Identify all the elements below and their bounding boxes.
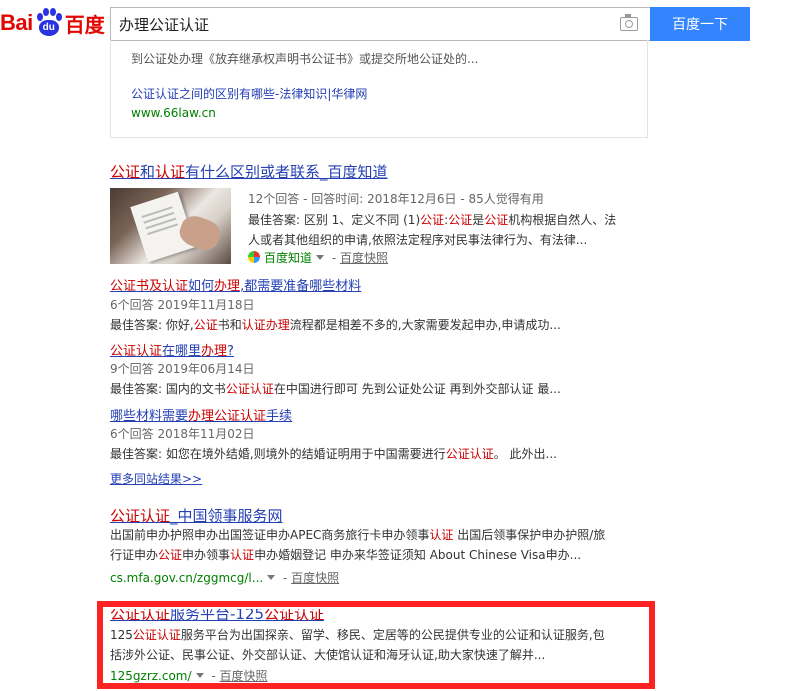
title-text: 有什么区别或者联系_百度知道	[185, 163, 388, 181]
sub-result-best: 最佳答案: 你好,公证书和认证办理流程都是相差不多的,大家需要发起申办,申请成功…	[110, 316, 650, 333]
best-text: 最佳答案: 如您在境外结婚,则境外的结婚证明用于中国需要进行	[110, 447, 446, 461]
abs-text: 行证申办	[110, 548, 159, 562]
best-text: 最佳答案: 区别 1、定义不同 (1)	[248, 213, 421, 227]
title-em: 办理公证认证	[188, 409, 267, 424]
card-link[interactable]: 公证认证之间的区别有哪些-法律知识|华律网	[131, 85, 367, 102]
best-text: 书和	[217, 318, 242, 332]
zhidao-best-answer: 最佳答案: 区别 1、定义不同 (1)公证:公证是公证机构根据自然人、法 人或者…	[248, 210, 643, 250]
title-em: 办理	[201, 344, 228, 359]
abs-em: 认证	[230, 548, 255, 562]
result-thumbnail[interactable]	[110, 188, 231, 264]
sub-result-meta: 6个回答 2019年11月18日	[110, 298, 255, 312]
more-same-site-link[interactable]: 更多同站结果>>	[110, 470, 202, 487]
sub-result-best: 最佳答案: 国内的文书公证认证在中国进行即可 先到公证处公证 再到外交部认证 最…	[110, 380, 650, 397]
best-text: 是	[472, 213, 485, 227]
title-text: 哪些材料需要	[110, 409, 189, 424]
best-em: 公证	[484, 213, 509, 227]
search-input[interactable]	[119, 8, 609, 40]
title-text: 手续	[266, 409, 293, 424]
title-em: 公证书及	[110, 279, 163, 294]
best-line2: 人或者其他组织的申请,依照法定程序对民事法律行为、有法律...	[248, 233, 588, 247]
best-em: 公证	[193, 318, 218, 332]
result-url: cs.mfa.gov.cn/zggmcg/l...	[110, 571, 264, 585]
best-text: 。 此外出...	[493, 447, 557, 461]
sub-result-title[interactable]: 公证书及认证如何办理,都需要准备哪些材料	[110, 275, 361, 294]
title-text: ?	[227, 344, 234, 359]
zhidao-meta: 12个回答 - 回答时间: 2018年12月6日 - 85人觉得有用	[248, 192, 544, 206]
best-text: 在中国进行即可 先到公证处公证 再到外交部认证 最...	[273, 382, 561, 396]
camera-icon[interactable]	[620, 14, 638, 31]
title-text: 和	[140, 163, 156, 181]
best-text: 流程都是相差不多的,大家需要发起申办,申请成功...	[289, 318, 561, 332]
best-text: 机构根据自然人、法	[508, 213, 617, 227]
source-label[interactable]: 百度知道	[264, 251, 312, 265]
snapshot-link[interactable]: 百度快照	[340, 251, 388, 265]
abs-text: 申办领事	[182, 548, 231, 562]
title-text: ,都需要准备哪些材料	[240, 279, 362, 294]
sub-result-meta: 6个回答 2018年11月02日	[110, 427, 255, 441]
sub-result-meta: 9个回答 2019年06月14日	[110, 362, 255, 376]
best-text: 最佳答案: 你好,	[110, 318, 194, 332]
best-em: 公证认证	[225, 382, 274, 396]
abs-em: 公证	[158, 548, 183, 562]
title-em: 公证	[110, 163, 141, 181]
card-snippet: 到公证处办理《放弃继承权声明书公证书》或提交所地公证处的...	[131, 52, 479, 66]
mfa-abstract: 出国前申办护照申办出国签证申办APEC商务旅行卡申办领事认证 出国后领事保护申办…	[110, 525, 655, 565]
title-em: 认证	[162, 279, 189, 294]
sub-result-title[interactable]: 公证认证在哪里办理?	[110, 340, 234, 359]
title-text: 如何	[188, 279, 215, 294]
title-em: 公证认证	[110, 507, 171, 525]
paw-icon: du	[34, 8, 64, 38]
sub-result-best: 最佳答案: 如您在境外结婚,则境外的结婚证明用于中国需要进行公证认证。 此外出.…	[110, 445, 650, 462]
title-em: 认证	[155, 163, 186, 181]
best-em: 公证认证	[445, 447, 494, 461]
best-em: 办理	[265, 318, 290, 332]
search-button[interactable]: 百度一下	[650, 7, 750, 41]
zhidao-source: 百度知道 - 百度快照	[248, 249, 388, 266]
mfa-url-line: cs.mfa.gov.cn/zggmcg/l... - 百度快照	[110, 571, 340, 585]
result-title-zhidao[interactable]: 公证和认证有什么区别或者联系_百度知道	[110, 161, 388, 182]
logo-baidu-cn: 百度	[64, 12, 105, 37]
title-em: 公证认证	[110, 344, 163, 359]
zhidao-icon	[248, 251, 260, 263]
best-text: 最佳答案: 国内的文书	[110, 382, 226, 396]
result-card: 到公证处办理《放弃继承权声明书公证书》或提交所地公证处的... 公证认证之间的区…	[110, 40, 648, 138]
baidu-logo[interactable]: Bai du 百度	[0, 6, 105, 40]
abs-em: 认证	[429, 528, 454, 542]
title-text: _中国领事服务网	[170, 507, 283, 525]
chevron-down-icon[interactable]	[316, 255, 325, 260]
highlight-box	[97, 601, 655, 689]
logo-du: du	[42, 22, 55, 33]
result-title-mfa[interactable]: 公证认证_中国领事服务网	[110, 505, 283, 526]
title-text: 在哪里	[162, 344, 202, 359]
logo-bai: Bai	[0, 10, 33, 35]
best-em: 认证	[241, 318, 266, 332]
abs-text: 出国前申办护照申办出国签证申办APEC商务旅行卡申办领事	[110, 528, 430, 542]
best-em: 公证	[448, 213, 473, 227]
sub-result-title[interactable]: 哪些材料需要办理公证认证手续	[110, 405, 292, 424]
snapshot-link[interactable]: 百度快照	[291, 571, 339, 585]
chevron-down-icon[interactable]	[267, 575, 276, 580]
best-em: 公证	[420, 213, 445, 227]
search-box	[110, 7, 650, 41]
abs-text: 出国后领事保护申办护照/旅	[453, 528, 606, 542]
abs-text: 申办婚姻登记 申办来华签证须知 About Chinese Visa申办...	[254, 548, 582, 562]
card-site: www.66law.cn	[131, 106, 216, 120]
title-em: 办理	[214, 279, 241, 294]
